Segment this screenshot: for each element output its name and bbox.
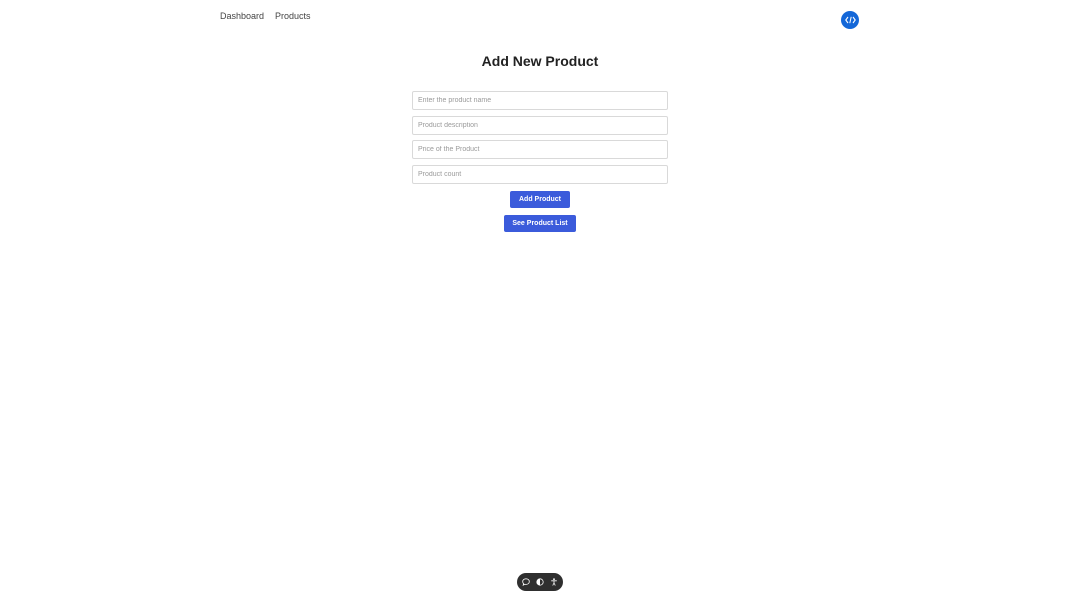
product-count-input[interactable] [412,165,668,184]
product-description-input[interactable] [412,116,668,135]
nav-link-dashboard[interactable]: Dashboard [220,11,264,21]
eye-icon[interactable] [536,578,544,586]
page-title: Add New Product [481,53,599,69]
nav-link-products[interactable]: Products [275,11,311,21]
product-price-input[interactable] [412,140,668,159]
top-nav: Dashboard Products [220,11,311,21]
floating-toolbar [517,573,563,591]
comment-icon[interactable] [522,578,530,586]
code-badge-button[interactable] [841,11,859,29]
page: Dashboard Products Add New Product Add P… [0,0,1080,608]
product-name-input[interactable] [412,91,668,110]
add-product-button[interactable]: Add Product [510,191,570,208]
see-product-list-button[interactable]: See Product List [504,215,576,232]
accessibility-icon[interactable] [550,578,558,586]
code-icon [844,16,856,24]
